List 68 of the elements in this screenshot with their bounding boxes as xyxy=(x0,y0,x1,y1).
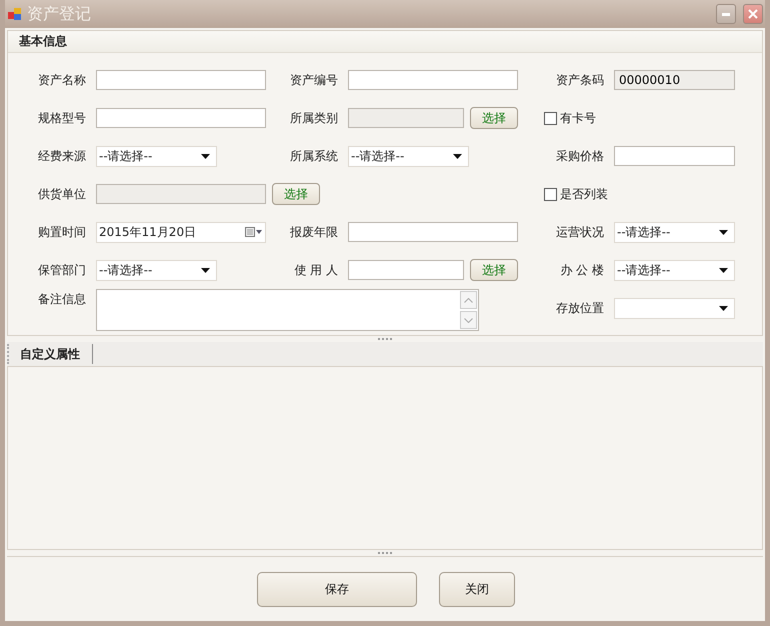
date-value: 2015年11月20日 xyxy=(99,224,196,240)
section-tab[interactable]: 自定义属性 xyxy=(7,344,93,364)
text-field[interactable] xyxy=(348,222,518,242)
select-button[interactable]: 选择 xyxy=(272,183,320,205)
text-field[interactable] xyxy=(96,70,266,90)
readonly-field[interactable] xyxy=(96,184,266,204)
dropdown-value: --请选择-- xyxy=(617,224,670,240)
chevron-down-icon xyxy=(464,318,473,322)
scroll-up-button[interactable] xyxy=(460,291,477,309)
field-label: 所属类别 xyxy=(289,110,339,126)
section-title: 基本信息 xyxy=(19,33,67,50)
scroll-down-button[interactable] xyxy=(460,311,477,329)
text-field[interactable] xyxy=(348,70,518,90)
field-label: 报废年限 xyxy=(289,224,339,240)
field-label: 经费来源 xyxy=(37,148,87,164)
text-field[interactable] xyxy=(96,108,266,128)
dropdown-arrow-icon xyxy=(719,306,728,310)
field-label: 规格型号 xyxy=(37,110,87,126)
minimize-button[interactable] xyxy=(716,4,736,24)
dropdown-arrow-icon xyxy=(719,268,728,272)
field-label: 购置时间 xyxy=(37,224,87,240)
field-label: 资产编号 xyxy=(289,72,339,88)
dropdown-value: --请选择-- xyxy=(617,262,670,278)
field-label: 所属系统 xyxy=(289,148,339,164)
dropdown[interactable]: --请选择-- xyxy=(96,260,217,280)
save-button[interactable]: 保存 xyxy=(257,572,417,606)
checkbox-label: 是否列装 xyxy=(560,186,608,202)
app-icon xyxy=(8,7,22,21)
dropdown-arrow-icon xyxy=(453,154,462,158)
field-label: 保管部门 xyxy=(37,262,87,278)
dropdown[interactable]: --请选择-- xyxy=(348,146,469,166)
dropdown[interactable] xyxy=(614,298,735,318)
field-label: 办 公 楼 xyxy=(559,262,605,278)
close-icon xyxy=(748,9,758,19)
field-label: 供货单位 xyxy=(37,186,87,202)
field-label: 资产条码 xyxy=(555,72,605,88)
dropdown-value: --请选择-- xyxy=(99,262,152,278)
readonly-field[interactable] xyxy=(348,108,464,128)
date-picker[interactable]: 2015年11月20日 xyxy=(96,222,266,242)
field-label: 备注信息 xyxy=(37,291,87,308)
close-button[interactable] xyxy=(743,4,763,24)
close-dialog-button[interactable]: 关闭 xyxy=(439,572,515,606)
calendar-icon xyxy=(245,227,263,237)
dropdown-arrow-icon xyxy=(201,154,210,158)
checkbox[interactable] xyxy=(544,188,557,200)
field-label: 资产名称 xyxy=(37,72,87,88)
field-label: 采购价格 xyxy=(555,148,605,164)
dropdown-value: --请选择-- xyxy=(99,148,152,164)
dropdown-arrow-icon xyxy=(719,230,728,234)
text-field[interactable] xyxy=(614,146,735,166)
dropdown[interactable]: --请选择-- xyxy=(614,260,735,280)
dropdown-value: --请选择-- xyxy=(351,148,404,164)
dropdown[interactable]: --请选择-- xyxy=(96,146,217,166)
dropdown[interactable]: --请选择-- xyxy=(614,222,735,242)
field-label: 使 用 人 xyxy=(293,262,339,278)
select-button[interactable]: 选择 xyxy=(470,107,518,129)
field-label: 运营状况 xyxy=(555,224,605,240)
dropdown-arrow-icon xyxy=(201,268,210,272)
checkbox-label: 有卡号 xyxy=(560,110,596,126)
chevron-up-icon xyxy=(464,298,473,302)
barcode-field[interactable]: 00000010 xyxy=(614,70,735,90)
select-button[interactable]: 选择 xyxy=(470,259,518,281)
minimize-icon xyxy=(722,12,730,16)
field-label: 存放位置 xyxy=(555,300,605,316)
notes-field[interactable] xyxy=(96,289,479,331)
text-field[interactable] xyxy=(348,260,464,280)
window-title: 资产登记 xyxy=(27,4,92,24)
checkbox[interactable] xyxy=(544,112,557,124)
